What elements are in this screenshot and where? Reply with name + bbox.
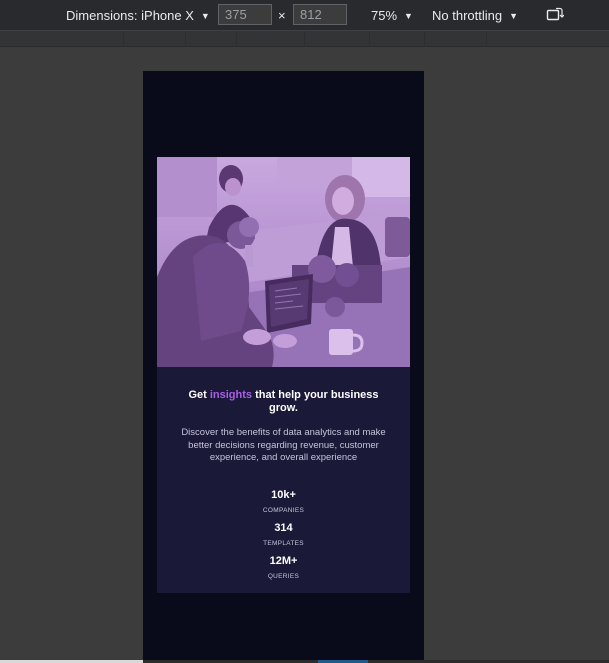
stat-queries: 12M+ QUERIES [157,555,410,580]
stat-value: 12M+ [269,554,298,567]
chevron-down-icon: ▼ [200,10,210,21]
stat-label: QUERIES [267,572,300,580]
stat-label: COMPANIES [262,506,305,514]
devtools-device-toolbar: Dimensions: iPhone X ▼ × 75% ▼ No thrott… [0,0,609,31]
stat-value: 314 [274,521,293,534]
width-input[interactable] [218,4,272,25]
dimensions-dropdown[interactable]: Dimensions: iPhone X ▼ [66,0,210,31]
headline-prefix: Get [188,389,210,401]
times-symbol: × [278,8,286,23]
card-description: Discover the benefits of data analytics … [181,427,386,463]
stat-value: 10k+ [271,488,296,501]
zoom-label: 75% [371,8,398,23]
media-query-ruler [0,31,609,47]
throttling-label: No throttling [432,8,503,23]
dimensions-label: Dimensions: iPhone X [66,8,194,23]
stat-label: TEMPLATES [263,539,304,547]
card-headline: Get insights that help your business gro… [184,389,384,415]
zoom-dropdown[interactable]: 75% ▼ [371,0,413,31]
headline-accent: insights [209,389,253,401]
stats-preview-card: Get insights that help your business gro… [157,157,410,593]
device-viewport: Get insights that help your business gro… [143,71,424,663]
stat-companies: 10k+ COMPANIES [157,489,410,514]
stat-templates: 314 TEMPLATES [157,522,410,547]
chevron-down-icon: ▼ [404,10,413,21]
headline-suffix: that help your business grow. [252,389,379,414]
height-input[interactable] [293,4,347,25]
stats-list: 10k+ COMPANIES 314 TEMPLATES 12M+ QUERIE… [157,489,410,580]
throttling-dropdown[interactable]: No throttling ▼ [432,0,518,31]
hero-image [157,157,410,367]
rotate-device-icon[interactable] [546,7,565,26]
chevron-down-icon: ▼ [509,10,519,21]
card-content: Get insights that help your business gro… [157,367,410,588]
